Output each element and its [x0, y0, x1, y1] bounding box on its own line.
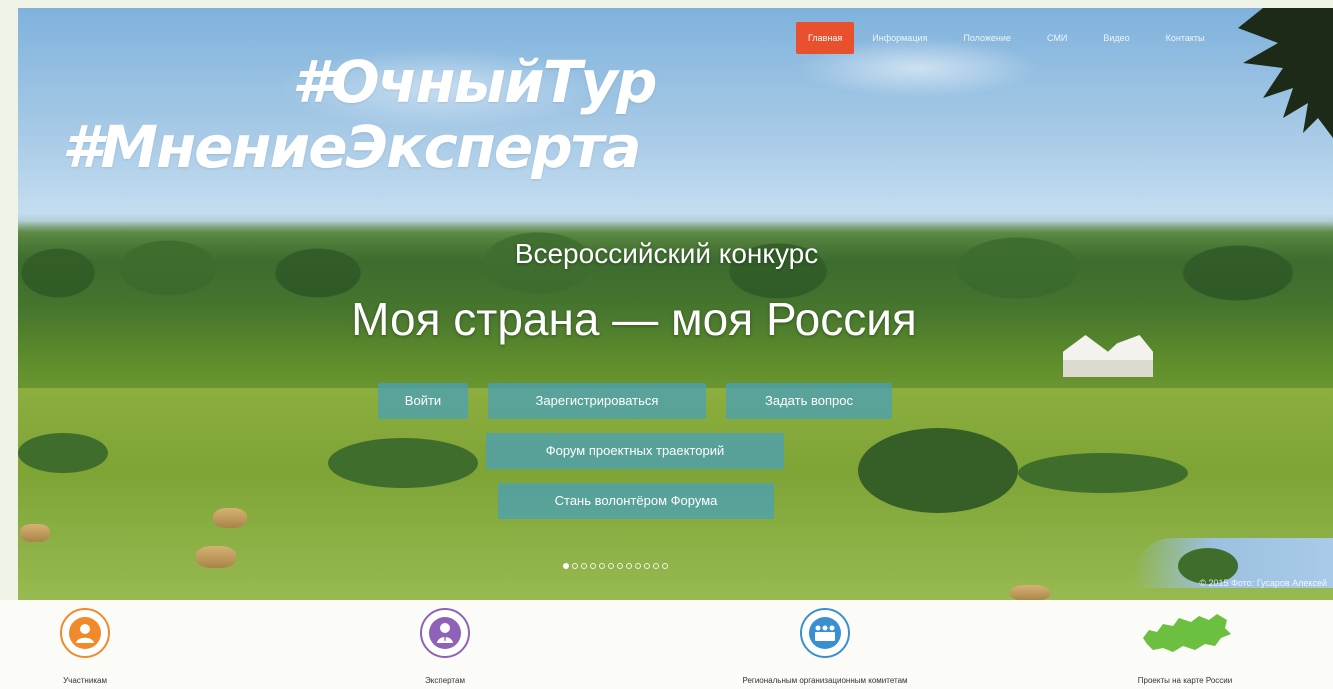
committee-icon [800, 608, 850, 658]
photo-copyright: © 2015 Фото: Гусаров Алексей [1199, 578, 1327, 588]
category-label: Проекты на карте России [1137, 676, 1233, 685]
nav-item-video[interactable]: Видео [1085, 22, 1147, 54]
slider-dot[interactable] [563, 563, 569, 569]
bush [18, 433, 108, 473]
slider-dot[interactable] [635, 563, 641, 569]
slider-dot[interactable] [581, 563, 587, 569]
slider-dot[interactable] [599, 563, 605, 569]
expert-icon [420, 608, 470, 658]
forum-button[interactable]: Форум проектных траекторий [486, 433, 784, 469]
hero-subtitle: Всероссийский конкурс [514, 238, 819, 269]
slider-dot[interactable] [626, 563, 632, 569]
category-label: Экспертам [425, 676, 465, 685]
bush [328, 438, 478, 488]
haybale [196, 546, 236, 568]
participant-icon [60, 608, 110, 658]
category-projects-map[interactable]: Проекты на карте России [1110, 608, 1260, 685]
category-participants[interactable]: Участникам [40, 608, 130, 685]
volunteer-button[interactable]: Стань волонтёром Форума [498, 483, 774, 519]
haybale [20, 524, 50, 542]
slider-dot[interactable] [608, 563, 614, 569]
nav-item-contacts[interactable]: Контакты [1148, 22, 1223, 54]
register-button[interactable]: Зарегистрироваться [488, 383, 706, 419]
haybale [1010, 585, 1050, 600]
category-experts[interactable]: Экспертам [400, 608, 490, 685]
slider-dot[interactable] [653, 563, 659, 569]
login-button[interactable]: Войти [378, 383, 468, 419]
category-label: Региональным организационным комитетам [742, 676, 908, 685]
haybale [213, 508, 247, 528]
nav-item-information[interactable]: Информация [854, 22, 945, 54]
nav-item-home[interactable]: Главная [796, 22, 855, 54]
hashtag-line-1: #ОчныйТур [292, 48, 658, 116]
category-regional-committees[interactable]: Региональным организационным комитетам [700, 608, 950, 685]
bush [858, 428, 1018, 513]
ask-question-button[interactable]: Задать вопрос [726, 383, 892, 419]
slider-dots [563, 563, 668, 569]
slider-dot[interactable] [572, 563, 578, 569]
slider-dot[interactable] [644, 563, 650, 569]
tree-leaves-decoration [1238, 8, 1333, 138]
slider-dot[interactable] [662, 563, 668, 569]
slider-dot[interactable] [617, 563, 623, 569]
bush [1018, 453, 1188, 493]
top-navigation: Главная Информация Положение СМИ Видео К… [796, 22, 1222, 54]
category-label: Участникам [63, 676, 107, 685]
slider-dot[interactable] [590, 563, 596, 569]
hero-title: Моя страна — моя Россия [351, 293, 917, 345]
russia-map-icon [1135, 608, 1235, 658]
hashtag-line-2: #МнениеЭксперта [62, 113, 642, 181]
nav-item-regulations[interactable]: Положение [945, 22, 1029, 54]
nav-item-media[interactable]: СМИ [1029, 22, 1085, 54]
